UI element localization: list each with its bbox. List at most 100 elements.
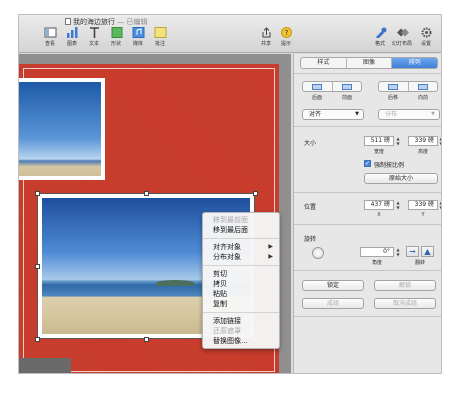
send-backward-icon: [388, 84, 399, 90]
format-icon: [375, 27, 386, 38]
flip-horizontal-icon: ➞: [409, 247, 416, 256]
menu-item-duplicate[interactable]: 复制: [203, 299, 279, 309]
width-stepper[interactable]: ▲ ▼: [395, 136, 401, 146]
comment-button[interactable]: 批注: [149, 27, 171, 47]
align-select[interactable]: 对齐 ▼: [302, 109, 364, 120]
x-caption: X: [377, 212, 381, 218]
distribute-select[interactable]: 分布 ▼: [378, 109, 440, 120]
menu-item-cut[interactable]: 剪切: [203, 269, 279, 279]
chevron-down-icon: ▼: [431, 111, 435, 117]
divider: [294, 316, 441, 317]
slide-canvas[interactable]: 移到最前面 移到最后面 对齐对象 ▶ 分布对象 ▶ 剪切 拷贝 粘贴 复制 添加链接…: [19, 54, 291, 373]
menu-item-copy[interactable]: 拷贝: [203, 279, 279, 289]
resize-handle-top-right[interactable]: [253, 191, 258, 196]
send-to-back-button[interactable]: [303, 82, 333, 91]
lock-button[interactable]: 锁定: [302, 280, 364, 291]
menu-item-align-objects[interactable]: 对齐对象 ▶: [203, 242, 279, 252]
media-button[interactable]: 媒体: [127, 27, 149, 47]
chart-button[interactable]: 图表: [61, 27, 83, 47]
rotate-label: 旋转: [304, 236, 317, 243]
forward-label: 向前: [417, 95, 428, 101]
flip-vertical-button[interactable]: ▲: [421, 246, 434, 257]
backward-label: 后移: [387, 95, 398, 101]
tips-icon: ?: [280, 27, 292, 38]
text-button[interactable]: 文本: [83, 27, 105, 47]
y-stepper[interactable]: ▲▼: [438, 200, 441, 210]
divider: [294, 126, 441, 127]
inspector-panel: 样式 图像 排列 后面 前面 后移 向前 对齐 ▼ 分布 ▼ 大小 511 磅 ▲ ▼…: [293, 54, 441, 373]
menu-item-bring-to-front[interactable]: 移到最前面: [203, 215, 279, 225]
unlock-button[interactable]: 解锁: [374, 280, 436, 291]
chevron-down-icon: ▼: [355, 111, 359, 117]
shape-icon: [111, 27, 122, 38]
angle-stepper[interactable]: ▲ ▼: [395, 247, 401, 257]
angle-caption: 角度: [371, 260, 382, 266]
size-label: 大小: [304, 140, 317, 147]
menu-item-paste[interactable]: 粘贴: [203, 289, 279, 299]
bring-forward-icon: [417, 84, 428, 90]
view-icon: [44, 27, 56, 38]
order-step-group: [378, 81, 438, 92]
slide-layout-button[interactable]: 幻灯布局: [391, 27, 413, 47]
divider: [294, 73, 441, 74]
menu-item-distribute-objects[interactable]: 分布对象 ▶: [203, 252, 279, 262]
submenu-arrow-icon: ▶: [268, 253, 273, 260]
comment-icon: [154, 27, 166, 38]
flip-vertical-icon: ▲: [424, 247, 431, 256]
inspector-tabs: 样式 图像 排列: [300, 57, 438, 69]
order-back-group: [302, 81, 362, 92]
position-label: 位置: [304, 204, 317, 211]
shape-button[interactable]: 形状: [105, 27, 127, 47]
resize-handle-top-left[interactable]: [35, 191, 40, 196]
tab-style[interactable]: 样式: [301, 58, 347, 68]
canvas-background: [19, 358, 71, 373]
resize-handle-left[interactable]: [35, 264, 40, 269]
menu-item-replace-image[interactable]: 替换图像...: [203, 336, 279, 346]
original-size-button[interactable]: 原始大小: [364, 173, 438, 184]
height-caption: 高度: [417, 149, 428, 155]
resize-handle-bottom[interactable]: [144, 337, 149, 342]
constrain-proportions-label: 强制按比例: [374, 162, 405, 169]
x-field[interactable]: 437 磅: [364, 200, 394, 210]
x-stepper[interactable]: ▲ ▼: [395, 200, 401, 210]
angle-field[interactable]: 0°: [360, 247, 394, 257]
ungroup-button[interactable]: 取消成组: [374, 298, 436, 309]
divider: [294, 224, 441, 225]
edited-status: — 已编辑: [115, 18, 148, 26]
settings-icon: [421, 27, 431, 38]
rotate-knob[interactable]: [312, 247, 324, 259]
group-button[interactable]: 成组: [302, 298, 364, 309]
photo-upper[interactable]: [19, 78, 105, 180]
height-field[interactable]: 339 磅: [408, 136, 438, 146]
app-window: 我的海边旅行 — 已编辑 查看 图表 文本 形状 媒体 批注 共享 ? 提示 格…: [18, 14, 442, 374]
share-button[interactable]: 共享: [255, 27, 277, 47]
front-label: 前面: [341, 95, 352, 101]
resize-handle-bottom-left[interactable]: [35, 337, 40, 342]
tab-image[interactable]: 图像: [347, 58, 393, 68]
height-stepper[interactable]: ▲▼: [438, 136, 441, 146]
menu-item-reset-mask[interactable]: 还原遮罩: [203, 326, 279, 336]
menu-item-send-to-back[interactable]: 移到最后面: [203, 225, 279, 235]
resize-handle-top[interactable]: [144, 191, 149, 196]
tab-arrange[interactable]: 排列: [392, 58, 437, 68]
bring-to-front-button[interactable]: [333, 82, 362, 91]
bring-forward-button[interactable]: [409, 82, 438, 91]
svg-text:?: ?: [284, 29, 288, 37]
menu-item-add-link[interactable]: 添加链接: [203, 316, 279, 326]
send-backward-button[interactable]: [379, 82, 409, 91]
format-button[interactable]: 格式: [369, 27, 391, 47]
flip-horizontal-button[interactable]: ➞: [406, 246, 419, 257]
flip-caption: 翻转: [414, 260, 425, 266]
menu-separator: [203, 238, 279, 239]
y-caption: Y: [421, 212, 425, 218]
sky-image: [19, 82, 101, 176]
width-field[interactable]: 511 磅: [364, 136, 394, 146]
media-icon: [132, 27, 144, 38]
bring-to-front-icon: [341, 84, 352, 90]
view-button[interactable]: 查看: [39, 27, 61, 47]
constrain-proportions-checkbox[interactable]: ✓: [364, 160, 371, 167]
settings-button[interactable]: 设置: [415, 27, 437, 47]
tips-button[interactable]: ? 提示: [275, 27, 297, 47]
text-icon: [89, 27, 99, 38]
y-field[interactable]: 339 磅: [408, 200, 438, 210]
